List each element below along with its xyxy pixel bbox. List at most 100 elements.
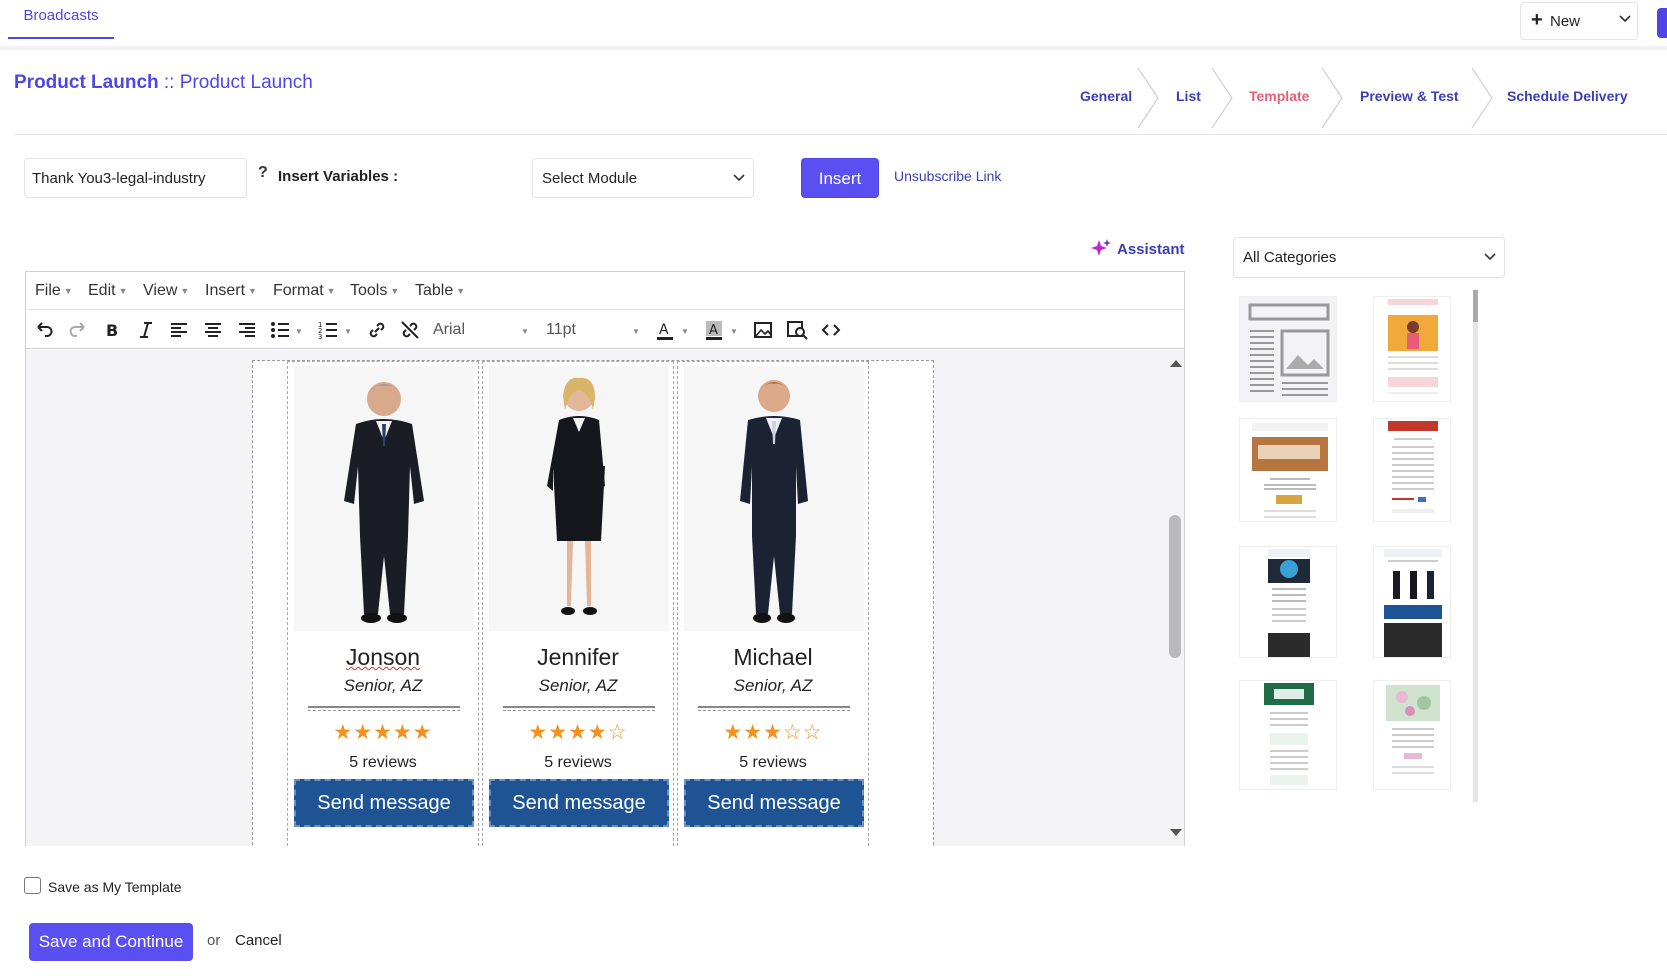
template-panel-scrollbar[interactable] (1473, 290, 1478, 802)
bold-icon[interactable]: B (101, 319, 123, 341)
help-icon[interactable]: ? (258, 164, 268, 182)
redo-icon[interactable] (67, 319, 89, 341)
card-divider (503, 706, 655, 711)
wizard-steps: General List Template Preview & Test Sch… (1080, 66, 1667, 130)
insert-variables-label: Insert Variables : (278, 168, 399, 185)
font-family-caret[interactable]: ▼ (521, 327, 529, 336)
unlink-icon[interactable] (399, 319, 421, 341)
image-icon[interactable] (752, 319, 774, 341)
menu-file[interactable]: File ▼ (35, 282, 73, 300)
card-divider (698, 706, 850, 711)
template-thumbnail-blank[interactable] (1239, 296, 1337, 402)
font-family-select[interactable]: Arial (433, 321, 465, 339)
send-message-button[interactable]: Send message (684, 779, 864, 827)
step-general[interactable]: General (1080, 88, 1132, 104)
tab-broadcasts[interactable]: Broadcasts (8, 0, 114, 39)
card-name: Jennifer (537, 644, 619, 670)
profile-photo[interactable] (489, 366, 669, 631)
card-role: Senior, AZ (538, 676, 618, 695)
align-right-icon[interactable] (236, 319, 258, 341)
save-template-label: Save as My Template (48, 879, 182, 895)
categories-dropdown[interactable]: All Categories (1233, 237, 1505, 278)
text-color-icon[interactable]: A (654, 319, 676, 341)
editor-content[interactable]: Jonson Senior, AZ ★★★★★ 5 reviews Send m… (26, 350, 1184, 846)
step-preview-test[interactable]: Preview & Test (1360, 88, 1459, 104)
chevron-down-icon (733, 174, 745, 182)
template-thumbnail-5[interactable] (1239, 546, 1337, 658)
editor-menubar: File ▼ Edit ▼ View ▼ Insert ▼ Format ▼ Tools ▼… (26, 272, 1184, 310)
template-thumbnail-4[interactable] (1373, 418, 1451, 522)
menu-tools[interactable]: Tools ▼ (350, 282, 399, 300)
step-separator (1471, 67, 1493, 129)
email-canvas[interactable]: Jonson Senior, AZ ★★★★★ 5 reviews Send m… (252, 360, 934, 846)
italic-icon[interactable] (135, 319, 157, 341)
unsubscribe-link[interactable]: Unsubscribe Link (894, 168, 1001, 184)
step-list[interactable]: List (1176, 88, 1201, 104)
editor-scrollbar[interactable] (1169, 515, 1181, 658)
send-message-button[interactable]: Send message (294, 779, 474, 827)
bullet-list-icon[interactable] (269, 319, 291, 341)
numbered-list-icon[interactable]: 123 (317, 319, 339, 341)
link-icon[interactable] (366, 319, 388, 341)
profile-card[interactable]: Michael Senior, AZ ★★★☆☆ 5 reviews Send … (677, 361, 869, 846)
template-thumbnail-3[interactable] (1239, 418, 1337, 522)
menu-table[interactable]: Table ▼ (415, 282, 465, 300)
new-button[interactable]: + New (1520, 2, 1638, 40)
send-message-button[interactable]: Send message (489, 779, 669, 827)
template-thumbnails (1233, 288, 1478, 803)
menu-view[interactable]: View ▼ (143, 282, 189, 300)
scroll-up-arrow-icon[interactable] (1169, 358, 1183, 368)
profile-photo[interactable] (294, 366, 474, 631)
template-thumbnail-7[interactable] (1239, 680, 1337, 790)
top-bar: Broadcasts + New (0, 0, 1667, 50)
step-template[interactable]: Template (1249, 88, 1309, 104)
align-left-icon[interactable] (168, 319, 190, 341)
template-panel-scroll-thumb[interactable] (1473, 290, 1478, 322)
svg-text:3: 3 (318, 333, 322, 341)
cancel-link[interactable]: Cancel (235, 932, 282, 949)
preview-icon[interactable] (786, 319, 808, 341)
template-thumbnail-8[interactable] (1373, 680, 1451, 790)
card-name: Jonson (345, 644, 421, 670)
plus-icon: + (1531, 9, 1543, 31)
menu-edit[interactable]: Edit ▼ (88, 282, 128, 300)
menu-format[interactable]: Format ▼ (273, 282, 336, 300)
step-separator (1321, 67, 1343, 129)
rating-stars: ★★★★☆ (528, 721, 628, 744)
profile-card[interactable]: Jonson Senior, AZ ★★★★★ 5 reviews Send m… (287, 361, 479, 846)
rating-stars: ★★★☆☆ (723, 721, 823, 744)
background-color-caret[interactable]: ▼ (730, 327, 738, 336)
card-name: Michael (733, 644, 813, 670)
template-thumbnail-6[interactable] (1373, 546, 1451, 658)
step-separator (1211, 67, 1233, 129)
sparkle-icon (1091, 239, 1111, 256)
menu-insert[interactable]: Insert ▼ (205, 282, 257, 300)
save-template-checkbox[interactable] (24, 877, 41, 894)
template-thumbnail-2[interactable] (1373, 296, 1451, 402)
categories-value: All Categories (1243, 249, 1337, 266)
assistant-label: Assistant (1117, 241, 1185, 258)
save-and-continue-button[interactable]: Save and Continue (29, 923, 193, 961)
edge-button[interactable] (1657, 8, 1667, 38)
profile-photo[interactable] (684, 366, 864, 631)
select-module-dropdown[interactable]: Select Module (532, 158, 754, 198)
font-size-caret[interactable]: ▼ (632, 327, 640, 336)
header-divider (14, 134, 1667, 135)
font-size-select[interactable]: 11pt (546, 321, 576, 339)
rich-text-editor: File ▼ Edit ▼ View ▼ Insert ▼ Format ▼ Tools ▼… (25, 271, 1185, 846)
numbered-list-caret[interactable]: ▼ (344, 327, 352, 336)
code-icon[interactable] (820, 319, 842, 341)
profile-card[interactable]: Jennifer Senior, AZ ★★★★☆ 5 reviews Send… (482, 361, 674, 846)
undo-icon[interactable] (33, 319, 55, 341)
template-name-input[interactable] (24, 158, 247, 198)
svg-text:A: A (659, 322, 669, 338)
scroll-down-arrow-icon[interactable] (1169, 828, 1183, 838)
align-center-icon[interactable] (202, 319, 224, 341)
rating-stars: ★★★★★ (333, 721, 433, 744)
text-color-caret[interactable]: ▼ (681, 327, 689, 336)
step-schedule-delivery[interactable]: Schedule Delivery (1507, 88, 1628, 104)
background-color-icon[interactable]: A (703, 319, 725, 341)
step-separator (1137, 67, 1159, 129)
bullet-list-caret[interactable]: ▼ (295, 327, 303, 336)
insert-button[interactable]: Insert (801, 158, 879, 198)
